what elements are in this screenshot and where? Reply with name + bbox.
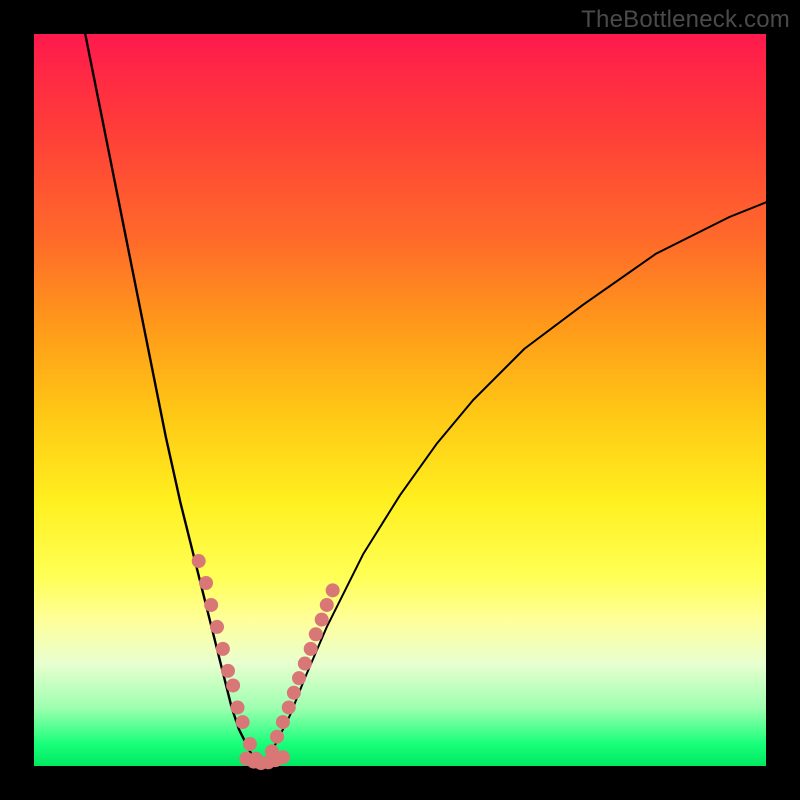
dots-right (265, 583, 340, 758)
chart-svg (34, 34, 766, 766)
watermark-text: TheBottleneck.com (581, 6, 790, 34)
dots-left (192, 554, 263, 766)
chart-frame: TheBottleneck.com (0, 0, 800, 800)
dots-bottom (239, 750, 290, 770)
curve-right (261, 202, 766, 766)
curve-left (85, 34, 261, 766)
plot-area (34, 34, 766, 766)
